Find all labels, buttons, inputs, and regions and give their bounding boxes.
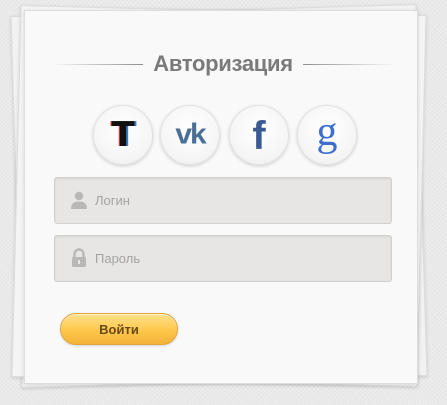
login-submit-button[interactable]: Войти xyxy=(60,313,178,345)
login-field[interactable] xyxy=(54,177,392,224)
login-card: Авторизация T vk f g Войти xyxy=(24,10,418,384)
password-input[interactable] xyxy=(95,236,379,281)
tumblr-login-button[interactable]: T xyxy=(93,105,153,165)
page-title: Авторизация xyxy=(153,51,293,76)
google-icon: g xyxy=(316,109,338,155)
google-login-button[interactable]: g xyxy=(297,105,357,165)
login-input[interactable] xyxy=(95,178,379,223)
title-divider-left xyxy=(51,63,144,65)
lock-icon xyxy=(72,248,86,267)
title-row: Авторизация xyxy=(51,49,396,79)
vk-login-button[interactable]: vk xyxy=(160,105,220,165)
title-divider-right xyxy=(302,63,396,65)
password-field[interactable] xyxy=(54,235,392,282)
social-login-buttons: T vk f g xyxy=(93,105,365,167)
facebook-icon: f xyxy=(252,114,266,158)
vk-icon: vk xyxy=(175,118,206,151)
facebook-login-button[interactable]: f xyxy=(229,105,289,165)
user-icon xyxy=(71,191,87,209)
tumblr-t-icon: T xyxy=(111,115,135,155)
